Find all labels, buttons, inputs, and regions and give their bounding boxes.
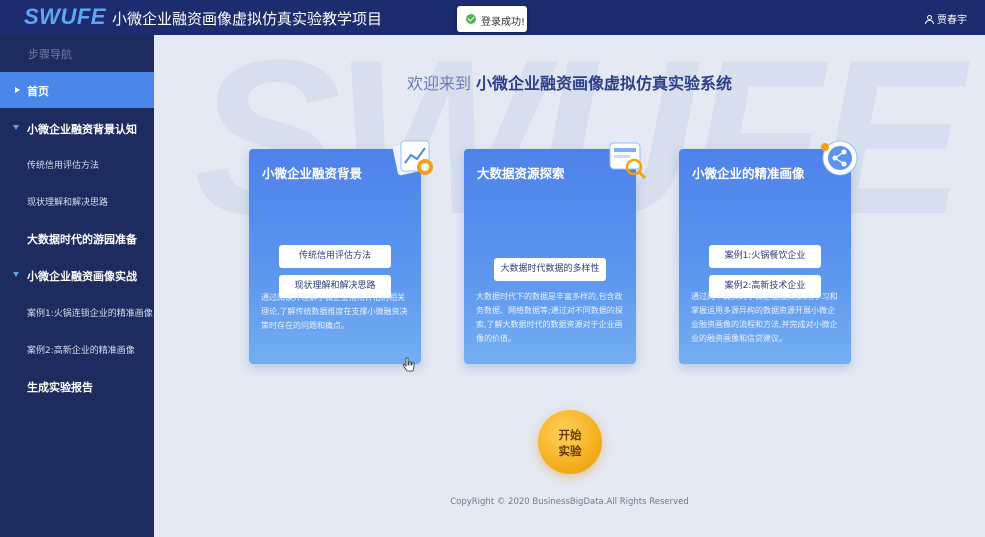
card-title: 大数据资源探索 bbox=[477, 166, 565, 181]
card-financing-background: 小微企业融资背景 传统信用评估方法 现状理解和解决思路 通过阅读并理解小微企业信… bbox=[249, 140, 433, 364]
caret-down-icon bbox=[13, 125, 19, 130]
card-title: 小微企业的精准画像 bbox=[692, 166, 805, 181]
card-precise-portrait: 小微企业的精准画像 案例1:火锅餐饮企业 案例2:高新技术企业 通过两个真实的小… bbox=[679, 140, 858, 364]
sidebar-item-current-status[interactable]: 现状理解和解决思路 bbox=[0, 188, 154, 214]
swufe-logo: SWUFE bbox=[24, 4, 106, 29]
card-big-data-exploration: 大数据资源探索 大数据时代数据的多样性 大数据时代下的数据是丰富多样的,包含政务… bbox=[464, 142, 647, 364]
card-title: 小微企业融资背景 bbox=[262, 166, 363, 181]
user-menu[interactable]: 贾春宇 bbox=[925, 11, 967, 26]
sidebar-item-practice[interactable]: 小微企业融资画像实战 bbox=[0, 262, 154, 288]
success-check-icon bbox=[466, 14, 476, 24]
sidebar-nav: 步骤导航 首页 小微企业融资背景认知 传统信用评估方法 现状理解和解决思路 大数… bbox=[0, 35, 154, 537]
btn-case-hotpot[interactable]: 案例1:火锅餐饮企业 bbox=[709, 245, 821, 268]
card-description: 通过阅读并理解小微企业信用评估的相关理论,了解传统数据维度在支撑小微融资决策时存… bbox=[261, 293, 408, 330]
card-description: 大数据时代下的数据是丰富多样的,包含政务数据、网络数据等;通过对不同数据的探索,… bbox=[476, 292, 623, 343]
sidebar-item-home[interactable]: 首页 bbox=[0, 72, 154, 108]
login-success-toast: 登录成功! bbox=[457, 6, 527, 32]
main-content: SWUFE 欢迎来到 小微企业融资画像虚拟仿真实验系统 小微企业融资背景 传统信… bbox=[154, 35, 985, 537]
start-experiment-button[interactable]: 开始 实验 bbox=[538, 410, 602, 474]
welcome-heading: 欢迎来到 小微企业融资画像虚拟仿真实验系统 bbox=[406, 74, 733, 93]
user-icon bbox=[925, 15, 934, 24]
sidebar-item-traditional-credit[interactable]: 传统信用评估方法 bbox=[0, 151, 154, 177]
card-description: 通过两个真实的小微企业融资案例,学习和掌握运用多源异构的数据资源开展小微企业融资… bbox=[691, 292, 838, 343]
caret-down-icon bbox=[13, 272, 19, 277]
toast-message: 登录成功! bbox=[481, 17, 526, 28]
btn-data-diversity[interactable]: 大数据时代数据的多样性 bbox=[494, 258, 606, 281]
system-name: 小微企业融资画像虚拟仿真实验系统 bbox=[476, 74, 733, 93]
sidebar-item-big-data-prep[interactable]: 大数据时代的游园准备 bbox=[0, 225, 154, 251]
sidebar-item-case-2[interactable]: 案例2:高新企业的精准画像 bbox=[0, 336, 154, 362]
btn-traditional-credit[interactable]: 传统信用评估方法 bbox=[279, 245, 391, 268]
nav-heading: 步骤导航 bbox=[28, 48, 72, 61]
user-name: 贾春宇 bbox=[937, 15, 967, 26]
share-network-icon bbox=[821, 140, 858, 176]
sidebar-item-report[interactable]: 生成实验报告 bbox=[0, 373, 154, 399]
app-title: 小微企业融资画像虚拟仿真实验教学项目 bbox=[112, 10, 383, 28]
search-data-icon bbox=[609, 142, 647, 180]
sidebar-item-case-1[interactable]: 案例1:火锅连锁企业的精准画像 bbox=[0, 299, 154, 325]
chart-document-icon bbox=[392, 140, 433, 176]
caret-right-icon bbox=[15, 87, 20, 93]
copyright-footer: CopyRight © 2020 BusinessBigData.All Rig… bbox=[450, 497, 689, 507]
top-bar: SWUFE 小微企业融资画像虚拟仿真实验教学项目 登录成功! 贾春宇 bbox=[0, 0, 985, 35]
hand-cursor-icon bbox=[402, 357, 415, 372]
sidebar-item-background[interactable]: 小微企业融资背景认知 bbox=[0, 115, 154, 141]
